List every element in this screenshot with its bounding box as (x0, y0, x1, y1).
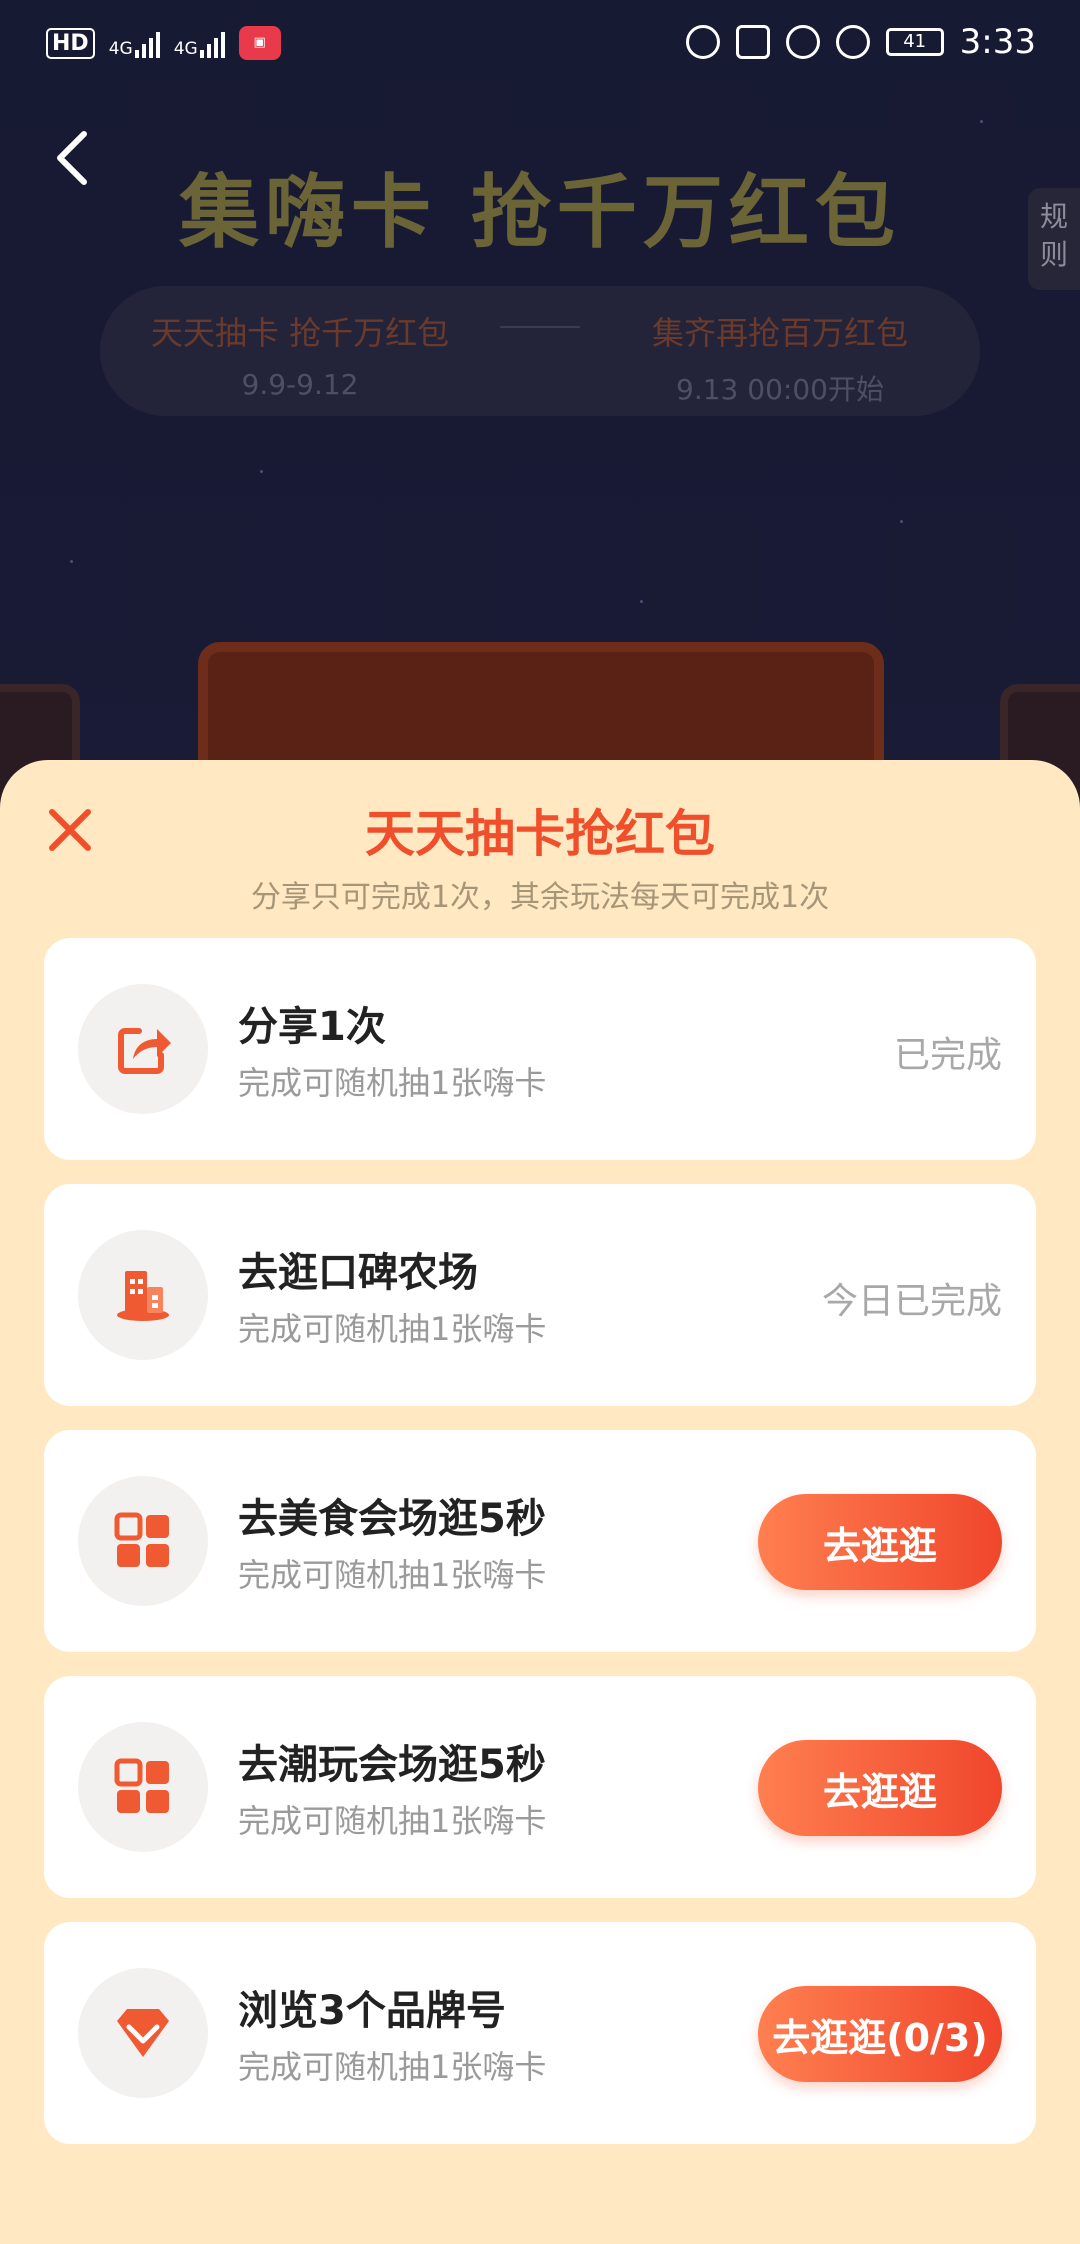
stage-divider (500, 326, 580, 328)
rules-button[interactable]: 规则 (1028, 188, 1080, 290)
star-decoration (980, 120, 983, 123)
stage-item: 集齐再抢百万红包 9.13 00:00开始 (580, 308, 980, 408)
signal-icon (134, 28, 160, 58)
task-item: 去美食会场逛5秒 完成可随机抽1张嗨卡 去逛逛 (44, 1430, 1036, 1652)
stage-timeline: 天天抽卡 抢千万红包 9.9-9.12 集齐再抢百万红包 9.13 00:00开… (100, 286, 980, 416)
star-decoration (260, 470, 263, 473)
task-description: 完成可随机抽1张嗨卡 (238, 1802, 547, 1840)
task-title: 去逛口碑农场 (238, 1250, 478, 1296)
app-notification-icon: ▣ (238, 26, 281, 60)
nfc-icon (735, 25, 770, 59)
alarm-icon (785, 25, 820, 59)
task-title: 分享1次 (238, 1004, 386, 1050)
star-decoration (640, 600, 643, 603)
task-title: 去美食会场逛5秒 (238, 1496, 546, 1542)
task-item: 浏览3个品牌号 完成可随机抽1张嗨卡 去逛逛(0/3) (44, 1922, 1036, 2144)
battery-icon: 41 (885, 28, 944, 56)
grid-icon (78, 1476, 208, 1606)
sheet-subtitle: 分享只可完成1次，其余玩法每天可完成1次 (250, 880, 830, 915)
task-sheet: 天天抽卡抢红包 分享只可完成1次，其余玩法每天可完成1次 分享1次 完成可随机抽… (0, 760, 1080, 2244)
sheet-title: 天天抽卡抢红包 (365, 805, 715, 863)
stage-title: 集齐再抢百万红包 (651, 314, 908, 352)
diamond-icon (78, 1968, 208, 2098)
task-description: 完成可随机抽1张嗨卡 (238, 1556, 547, 1594)
go-browse-button[interactable]: 去逛逛 (758, 1494, 1002, 1590)
task-item: 去逛口碑农场 完成可随机抽1张嗨卡 今日已完成 (44, 1184, 1036, 1406)
grid-icon (78, 1722, 208, 1852)
stage-date: 9.13 00:00开始 (676, 373, 884, 406)
network-indicator: 4G (109, 28, 160, 58)
task-title: 去潮玩会场逛5秒 (238, 1742, 546, 1788)
task-status: 今日已完成 (821, 1281, 1002, 1322)
task-description: 完成可随机抽1张嗨卡 (238, 2048, 547, 2086)
go-browse-brands-button[interactable]: 去逛逛(0/3) (758, 1986, 1002, 2082)
stage-title: 天天抽卡 抢千万红包 (150, 314, 450, 352)
building-icon (78, 1230, 208, 1360)
task-description: 完成可随机抽1张嗨卡 (238, 1064, 547, 1102)
clock: 3:33 (959, 22, 1036, 62)
signal-icon (199, 28, 225, 58)
star-decoration (900, 520, 903, 523)
go-browse-button[interactable]: 去逛逛 (758, 1740, 1002, 1836)
stage-date: 9.9-9.12 (241, 368, 359, 401)
network-indicator: 4G (174, 28, 225, 58)
hd-indicator: HD (46, 27, 95, 59)
share-icon (78, 984, 208, 1114)
task-status: 已完成 (893, 1035, 1002, 1076)
star-decoration (70, 560, 73, 563)
mute-bell-icon (835, 25, 870, 59)
stage-item: 天天抽卡 抢千万红包 9.9-9.12 (100, 308, 500, 401)
eye-comfort-icon (685, 25, 720, 59)
task-item: 去潮玩会场逛5秒 完成可随机抽1张嗨卡 去逛逛 (44, 1676, 1036, 1898)
status-bar: HD 4G 4G ▣ 41 3:33 (0, 0, 1080, 88)
page-title: 集嗨卡 抢千万红包 (179, 166, 901, 259)
task-description: 完成可随机抽1张嗨卡 (238, 1310, 547, 1348)
task-title: 浏览3个品牌号 (238, 1988, 506, 2034)
task-item: 分享1次 完成可随机抽1张嗨卡 已完成 (44, 938, 1036, 1160)
